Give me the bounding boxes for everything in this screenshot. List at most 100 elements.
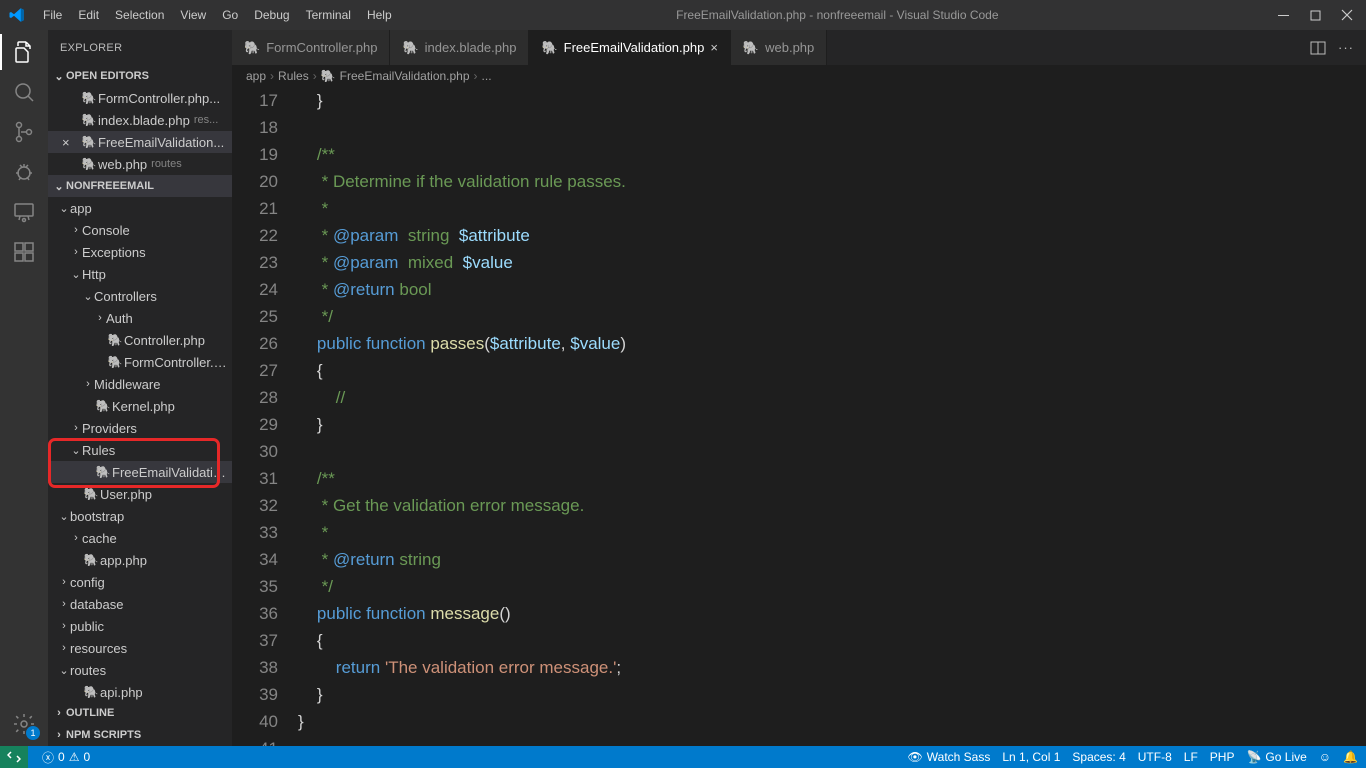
folder-item[interactable]: ⌄bootstrap — [48, 505, 232, 527]
folder-item[interactable]: ›Middleware — [48, 373, 232, 395]
editor-tab[interactable]: 🐘web.php — [731, 30, 827, 65]
file-label: User.php — [100, 487, 152, 502]
source-control-icon[interactable] — [10, 118, 38, 146]
file-label: web.php — [98, 157, 147, 172]
folder-item[interactable]: ›Console — [48, 219, 232, 241]
breadcrumb-item[interactable]: Rules — [278, 69, 309, 83]
close-icon[interactable] — [1340, 9, 1354, 21]
chevron-right-icon: › — [52, 707, 66, 719]
title-bar: File Edit Selection View Go Debug Termin… — [0, 0, 1366, 30]
status-problems[interactable]: ⓧ0 ⚠0 — [42, 749, 90, 766]
chevron-down-icon: ⌄ — [52, 70, 66, 83]
status-encoding[interactable]: UTF-8 — [1138, 750, 1172, 764]
editor-tab[interactable]: 🐘index.blade.php — [390, 30, 529, 65]
search-icon[interactable] — [10, 78, 38, 106]
editor-tab[interactable]: 🐘FormController.php — [232, 30, 390, 65]
extensions-icon[interactable] — [10, 238, 38, 266]
status-watch-sass[interactable]: 👁Watch Sass — [908, 750, 991, 764]
menu-edit[interactable]: Edit — [71, 4, 106, 26]
file-label: FreeEmailValidation.... — [112, 465, 232, 480]
file-item[interactable]: 🐘api.php — [48, 681, 232, 702]
folder-item[interactable]: ⌄Rules — [48, 439, 232, 461]
status-bar: ⓧ0 ⚠0 👁Watch Sass Ln 1, Col 1 Spaces: 4 … — [0, 746, 1366, 768]
file-label: app.php — [100, 553, 147, 568]
php-icon: 🐘 — [82, 487, 100, 501]
folder-item[interactable]: ›config — [48, 571, 232, 593]
status-eol[interactable]: LF — [1184, 750, 1198, 764]
error-icon: ⓧ — [42, 749, 54, 766]
status-indentation[interactable]: Spaces: 4 — [1072, 750, 1125, 764]
remote-indicator[interactable] — [0, 746, 28, 768]
file-label: FormController.php... — [98, 91, 220, 106]
file-item[interactable]: 🐘Kernel.php — [48, 395, 232, 417]
more-actions-icon[interactable]: ··· — [1338, 40, 1354, 55]
menu-view[interactable]: View — [173, 4, 213, 26]
file-item[interactable]: 🐘FreeEmailValidation.... — [48, 461, 232, 483]
folder-label: Exceptions — [82, 245, 146, 260]
open-editor-item[interactable]: 🐘FormController.php... — [48, 87, 232, 109]
debug-icon[interactable] — [10, 158, 38, 186]
status-go-live[interactable]: 📡Go Live — [1246, 750, 1306, 764]
status-cursor-position[interactable]: Ln 1, Col 1 — [1002, 750, 1060, 764]
line-numbers: 1718192021222324252627282930313233343536… — [232, 87, 296, 746]
close-icon[interactable]: × — [710, 40, 718, 55]
editor-group: 🐘FormController.php🐘index.blade.php🐘Free… — [232, 30, 1366, 746]
chevron-right-icon: › — [70, 224, 82, 236]
folder-item[interactable]: ›database — [48, 593, 232, 615]
menu-file[interactable]: File — [36, 4, 69, 26]
status-feedback-icon[interactable]: ☺ — [1319, 750, 1331, 764]
maximize-icon[interactable] — [1308, 9, 1322, 21]
settings-gear-icon[interactable]: 1 — [10, 710, 38, 738]
folder-item[interactable]: ⌄app — [48, 197, 232, 219]
section-open-editors[interactable]: ⌄ OPEN EDITORS — [48, 65, 232, 87]
folder-label: Console — [82, 223, 130, 238]
explorer-icon[interactable] — [10, 38, 38, 66]
php-icon: 🐘 — [94, 399, 112, 413]
menu-debug[interactable]: Debug — [247, 4, 296, 26]
status-bell-icon[interactable]: 🔔 — [1343, 750, 1358, 764]
menu-go[interactable]: Go — [215, 4, 245, 26]
menu-selection[interactable]: Selection — [108, 4, 171, 26]
section-npm-scripts[interactable]: › NPM SCRIPTS — [48, 724, 232, 746]
code-editor[interactable]: 1718192021222324252627282930313233343536… — [232, 87, 1366, 746]
remote-icon[interactable] — [10, 198, 38, 226]
folder-item[interactable]: ⌄routes — [48, 659, 232, 681]
folder-item[interactable]: ›Providers — [48, 417, 232, 439]
chevron-down-icon: ⌄ — [52, 180, 66, 193]
folder-item[interactable]: ⌄Controllers — [48, 285, 232, 307]
folder-label: Auth — [106, 311, 133, 326]
close-icon[interactable]: × — [62, 135, 78, 150]
menu-terminal[interactable]: Terminal — [299, 4, 358, 26]
open-editor-item[interactable]: ×🐘FreeEmailValidation... — [48, 131, 232, 153]
folder-item[interactable]: ›cache — [48, 527, 232, 549]
file-item[interactable]: 🐘FormController.php — [48, 351, 232, 373]
open-editor-item[interactable]: 🐘web.phproutes — [48, 153, 232, 175]
folder-item[interactable]: ›resources — [48, 637, 232, 659]
breadcrumbs[interactable]: app› Rules› 🐘 FreeEmailValidation.php› .… — [232, 65, 1366, 87]
file-item[interactable]: 🐘app.php — [48, 549, 232, 571]
section-project[interactable]: ⌄ NONFREEEMAIL — [48, 175, 232, 197]
chevron-right-icon: › — [70, 422, 82, 434]
minimize-icon[interactable] — [1276, 9, 1290, 21]
folder-item[interactable]: ›Auth — [48, 307, 232, 329]
folder-item[interactable]: ›Exceptions — [48, 241, 232, 263]
folder-label: Middleware — [94, 377, 160, 392]
split-editor-icon[interactable] — [1310, 40, 1326, 56]
breadcrumb-item[interactable]: FreeEmailValidation.php — [340, 69, 470, 83]
tab-label: FormController.php — [266, 40, 377, 55]
menu-bar: File Edit Selection View Go Debug Termin… — [36, 4, 399, 26]
breadcrumb-item[interactable]: app — [246, 69, 266, 83]
folder-item[interactable]: ⌄Http — [48, 263, 232, 285]
code-content[interactable]: } /** * Determine if the validation rule… — [296, 87, 1366, 746]
breadcrumb-item[interactable]: ... — [482, 69, 492, 83]
file-item[interactable]: 🐘Controller.php — [48, 329, 232, 351]
file-label: Controller.php — [124, 333, 205, 348]
file-item[interactable]: 🐘User.php — [48, 483, 232, 505]
folder-label: resources — [70, 641, 127, 656]
status-language[interactable]: PHP — [1210, 750, 1235, 764]
folder-item[interactable]: ›public — [48, 615, 232, 637]
section-outline[interactable]: › OUTLINE — [48, 702, 232, 724]
editor-tab[interactable]: 🐘FreeEmailValidation.php× — [529, 30, 730, 65]
open-editor-item[interactable]: 🐘index.blade.phpres... — [48, 109, 232, 131]
menu-help[interactable]: Help — [360, 4, 399, 26]
